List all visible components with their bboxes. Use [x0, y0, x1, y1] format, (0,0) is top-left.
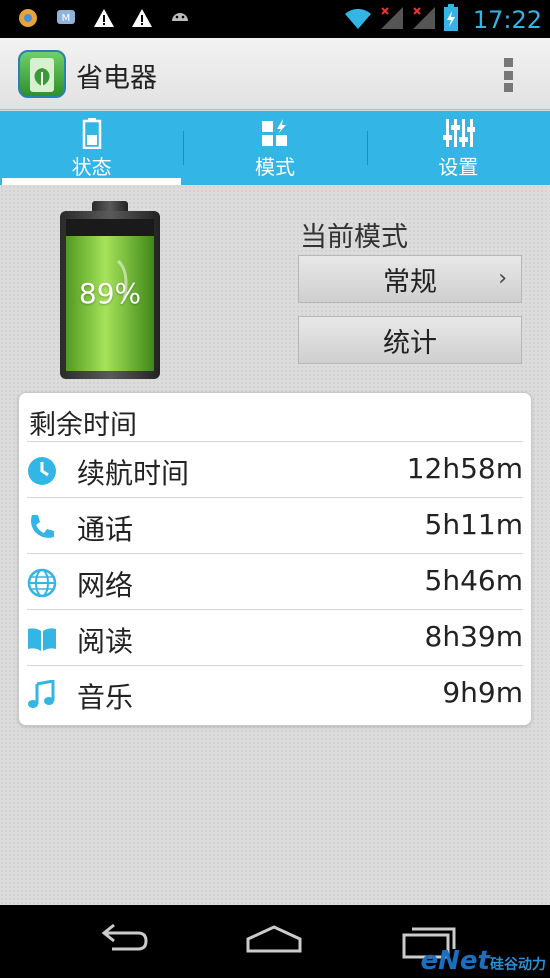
- row-value: 8h39m: [424, 620, 523, 653]
- clock: 17:22: [472, 6, 542, 34]
- action-bar: 省电器: [0, 38, 550, 110]
- remaining-time-card: 剩余时间 续航时间 12h58m 通话 5h11m 网络 5h46m 阅读 8h…: [18, 392, 532, 726]
- list-item[interactable]: 续航时间 12h58m: [19, 442, 533, 498]
- row-label: 网络: [77, 569, 134, 602]
- watermark-brand: eNet: [420, 946, 490, 976]
- row-value: 9h9m: [442, 676, 523, 709]
- app-logo-icon[interactable]: [18, 50, 66, 98]
- row-label: 音乐: [77, 681, 134, 714]
- remaining-time-title: 剩余时间: [29, 410, 137, 441]
- svg-text:M: M: [62, 13, 71, 24]
- row-value: 5h11m: [424, 508, 523, 541]
- phone-icon: [31, 515, 54, 538]
- sliders-icon: [443, 119, 476, 147]
- music-icon: [28, 680, 55, 708]
- battery-percent: 89%: [78, 277, 142, 310]
- back-icon: [101, 923, 148, 951]
- stats-label: 统计: [383, 327, 437, 359]
- navigation-bar: eNet硅谷动力: [0, 905, 550, 978]
- clock-icon: [28, 457, 56, 485]
- globe-icon: [27, 568, 57, 598]
- overflow-menu-icon[interactable]: [504, 58, 514, 92]
- signal-icon: [411, 5, 437, 35]
- list-item[interactable]: 通话 5h11m: [19, 498, 533, 554]
- current-mode-label: 常规: [383, 266, 437, 298]
- tab-settings[interactable]: 设置: [366, 111, 550, 185]
- row-label: 通话: [77, 513, 134, 546]
- list-item[interactable]: 阅读 8h39m: [19, 610, 533, 666]
- mode-icon: [261, 119, 287, 146]
- messenger-icon: M: [54, 6, 78, 30]
- android-icon: [168, 6, 192, 30]
- system-icons: 17:22: [343, 4, 542, 36]
- app-title: 省电器: [76, 63, 157, 94]
- current-mode-title: 当前模式: [300, 222, 408, 253]
- list-item[interactable]: 音乐 9h9m: [19, 666, 533, 722]
- battery-icon: [82, 118, 101, 149]
- row-label: 阅读: [77, 625, 134, 658]
- photos-icon: [16, 6, 40, 30]
- chevron-right-icon: ›: [498, 266, 507, 291]
- row-value: 5h46m: [424, 564, 523, 597]
- current-mode-button[interactable]: 常规 ›: [298, 255, 522, 303]
- tab-mode[interactable]: 模式: [183, 111, 366, 185]
- wifi-icon: [343, 5, 373, 35]
- row-label: 续航时间: [77, 457, 190, 490]
- back-button[interactable]: [92, 921, 162, 961]
- warning-icon: [92, 6, 116, 30]
- warning-icon: [130, 6, 154, 30]
- tab-bar: 状态 模式 设置: [0, 111, 550, 185]
- status-panel: 89% 当前模式 常规 › 统计 剩余时间 续航时间 12h58m 通话 5h1…: [0, 185, 550, 905]
- home-icon: [246, 925, 302, 953]
- tab-settings-label: 设置: [438, 155, 479, 179]
- status-bar: M 17:22: [0, 0, 550, 38]
- watermark-sub: 硅谷动力: [490, 957, 546, 973]
- home-button[interactable]: [242, 921, 312, 961]
- list-item[interactable]: 网络 5h46m: [19, 554, 533, 610]
- stats-button[interactable]: 统计: [298, 316, 522, 364]
- tab-mode-label: 模式: [254, 155, 295, 179]
- row-value: 12h58m: [406, 452, 523, 485]
- tab-status-label: 状态: [71, 155, 112, 179]
- battery-gauge: 89%: [58, 201, 162, 383]
- battery-charging-icon: [443, 4, 459, 36]
- watermark-logo: eNet硅谷动力: [421, 946, 546, 976]
- signal-icon: [379, 5, 405, 35]
- book-icon: [28, 628, 56, 651]
- notification-icons: M: [16, 6, 192, 30]
- tab-status[interactable]: 状态: [0, 111, 183, 185]
